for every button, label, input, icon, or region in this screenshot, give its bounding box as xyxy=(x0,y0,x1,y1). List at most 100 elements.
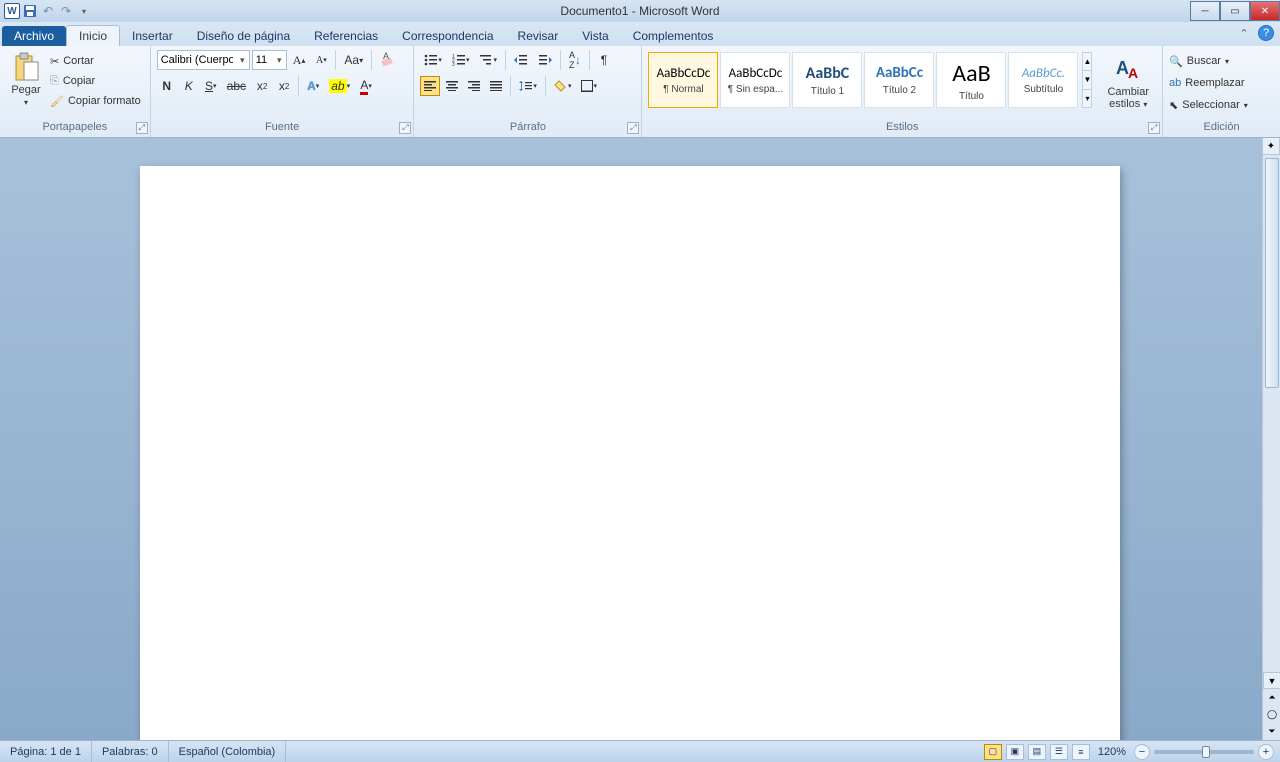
redo-icon[interactable]: ↷ xyxy=(58,3,74,19)
clear-formatting-button[interactable]: A xyxy=(376,50,400,70)
tab-complementos[interactable]: Complementos xyxy=(621,26,726,46)
style-item-0[interactable]: AaBbCcDc¶ Normal xyxy=(648,52,718,108)
style-preview: AaB xyxy=(952,59,990,88)
justify-button[interactable] xyxy=(486,76,506,96)
tab-vista[interactable]: Vista xyxy=(570,26,620,46)
align-center-button[interactable] xyxy=(442,76,462,96)
style-item-5[interactable]: AaBbCc.Subtítulo xyxy=(1008,52,1078,108)
browse-object-icon[interactable]: ◯ xyxy=(1263,706,1280,723)
style-item-1[interactable]: AaBbCcDc¶ Sin espa... xyxy=(720,52,790,108)
minimize-button[interactable]: ─ xyxy=(1190,1,1220,21)
zoom-out-button[interactable]: − xyxy=(1134,744,1150,760)
help-icon[interactable]: ? xyxy=(1258,25,1274,41)
tab-correspondencia[interactable]: Correspondencia xyxy=(390,26,505,46)
scroll-thumb[interactable] xyxy=(1265,158,1279,388)
status-page[interactable]: Página: 1 de 1 xyxy=(0,741,92,762)
styles-launcher-icon[interactable]: ⤢ xyxy=(1148,122,1160,134)
multilevel-button[interactable]: ▾ xyxy=(475,50,501,70)
style-name: Título 2 xyxy=(883,85,916,96)
tab-insertar[interactable]: Insertar xyxy=(120,26,185,46)
align-left-button[interactable] xyxy=(420,76,440,96)
underline-button[interactable]: S▾ xyxy=(201,76,221,96)
format-painter-button[interactable]: 🖌Copiar formato xyxy=(50,92,141,110)
superscript-button[interactable]: x2 xyxy=(274,76,294,96)
paste-button[interactable]: Pegar▾ xyxy=(6,50,46,111)
prev-page-icon[interactable]: ⏶ xyxy=(1263,689,1280,706)
zoom-level[interactable]: 120% xyxy=(1098,746,1126,758)
maximize-button[interactable]: ▭ xyxy=(1220,1,1250,21)
zoom-slider[interactable] xyxy=(1154,750,1254,754)
borders-button[interactable]: ▾ xyxy=(577,76,601,96)
tab-referencias[interactable]: Referencias xyxy=(302,26,390,46)
print-layout-view-icon[interactable]: ▢ xyxy=(984,744,1002,760)
sort-button[interactable]: AZ↓ xyxy=(565,50,585,70)
style-item-2[interactable]: AaBbCTítulo 1 xyxy=(792,52,862,108)
style-item-4[interactable]: AaBTítulo xyxy=(936,52,1006,108)
close-button[interactable]: ✕ xyxy=(1250,1,1280,21)
save-icon[interactable] xyxy=(22,3,38,19)
decrease-indent-button[interactable] xyxy=(510,50,532,70)
font-name-combo[interactable]: ▾ xyxy=(157,50,250,70)
text-effects-button[interactable]: A▾ xyxy=(303,76,323,96)
tab-inicio[interactable]: Inicio xyxy=(66,25,120,46)
chevron-down-icon[interactable]: ▾ xyxy=(273,55,286,66)
change-case-button[interactable]: Aa▾ xyxy=(340,50,367,70)
style-inspector-icon[interactable]: ✦ xyxy=(1262,138,1280,155)
status-words[interactable]: Palabras: 0 xyxy=(92,741,169,762)
window-controls: ─ ▭ ✕ xyxy=(1190,1,1280,21)
scroll-down-icon[interactable]: ▼ xyxy=(1263,672,1280,689)
zoom-in-button[interactable]: + xyxy=(1258,744,1274,760)
undo-icon[interactable]: ↶ xyxy=(40,3,56,19)
qat-customize-icon[interactable]: ▾ xyxy=(76,3,92,19)
tab-revisar[interactable]: Revisar xyxy=(506,26,571,46)
change-styles-button[interactable]: AA Cambiar estilos ▾ xyxy=(1100,52,1156,113)
vertical-scrollbar[interactable]: ▲ ▼ ⏶ ◯ ⏷ xyxy=(1262,138,1280,740)
draft-view-icon[interactable]: ≡ xyxy=(1072,744,1090,760)
line-spacing-button[interactable]: ▾ xyxy=(515,76,541,96)
font-size-input[interactable] xyxy=(253,51,273,69)
font-name-input[interactable] xyxy=(158,51,236,69)
paragraph-launcher-icon[interactable]: ⤢ xyxy=(627,122,639,134)
replace-button[interactable]: abReemplazar xyxy=(1169,74,1248,92)
fullscreen-reading-view-icon[interactable]: ▣ xyxy=(1006,744,1024,760)
web-layout-view-icon[interactable]: ▤ xyxy=(1028,744,1046,760)
cut-button[interactable]: ✂Cortar xyxy=(50,52,141,70)
strikethrough-button[interactable]: abc xyxy=(223,76,250,96)
shading-button[interactable]: ▾ xyxy=(550,76,576,96)
next-page-icon[interactable]: ⏷ xyxy=(1263,723,1280,740)
outline-view-icon[interactable]: ☰ xyxy=(1050,744,1068,760)
copy-button[interactable]: ⎘Copiar xyxy=(50,72,141,90)
document-page[interactable] xyxy=(140,166,1120,740)
styles-down-icon[interactable]: ▼ xyxy=(1083,70,1091,88)
style-item-3[interactable]: AaBbCcTítulo 2 xyxy=(864,52,934,108)
italic-button[interactable]: K xyxy=(179,76,199,96)
font-size-combo[interactable]: ▾ xyxy=(252,50,287,70)
select-button[interactable]: ⬉Seleccionar ▾ xyxy=(1169,96,1248,114)
subscript-button[interactable]: x2 xyxy=(252,76,272,96)
font-color-button[interactable]: A▾ xyxy=(356,76,376,96)
quick-access-toolbar: W ↶ ↷ ▾ xyxy=(0,3,92,19)
tab-diseno[interactable]: Diseño de página xyxy=(185,26,302,46)
find-button[interactable]: 🔍Buscar ▾ xyxy=(1169,52,1248,70)
styles-more-icon[interactable]: ▾ xyxy=(1083,89,1091,107)
shrink-font-button[interactable]: A▾ xyxy=(311,50,331,70)
minimize-ribbon-icon[interactable]: ⌃ xyxy=(1236,25,1252,41)
highlight-button[interactable]: ab▾ xyxy=(325,76,354,96)
grow-font-button[interactable]: A▴ xyxy=(289,50,310,70)
status-language[interactable]: Español (Colombia) xyxy=(169,741,287,762)
zoom-knob[interactable] xyxy=(1202,746,1210,758)
chevron-down-icon[interactable]: ▾ xyxy=(236,55,249,66)
align-right-button[interactable] xyxy=(464,76,484,96)
paste-label: Pegar xyxy=(11,84,40,96)
styles-up-icon[interactable]: ▲ xyxy=(1083,53,1091,70)
increase-indent-button[interactable] xyxy=(534,50,556,70)
clipboard-launcher-icon[interactable]: ⤢ xyxy=(136,122,148,134)
numbering-button[interactable]: 123▾ xyxy=(448,50,474,70)
bullets-button[interactable]: ▾ xyxy=(420,50,446,70)
tab-file[interactable]: Archivo xyxy=(2,26,66,46)
show-marks-button[interactable]: ¶ xyxy=(594,50,614,70)
style-name: ¶ Sin espa... xyxy=(728,84,783,95)
bold-button[interactable]: N xyxy=(157,76,177,96)
style-name: ¶ Normal xyxy=(663,84,703,95)
font-launcher-icon[interactable]: ⤢ xyxy=(399,122,411,134)
